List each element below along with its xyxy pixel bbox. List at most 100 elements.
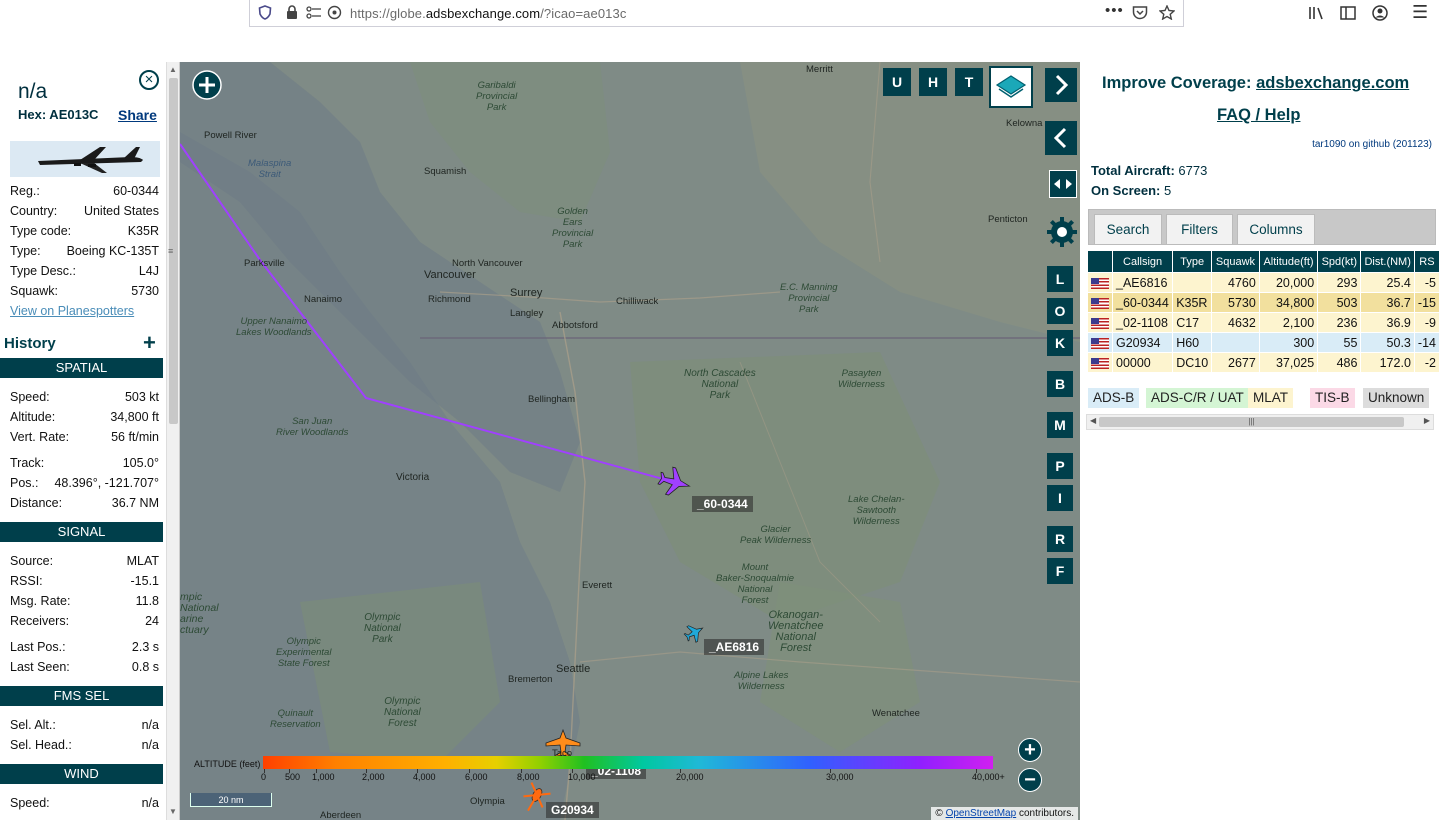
map-button-m[interactable]: M bbox=[1047, 412, 1073, 438]
share-link[interactable]: Share bbox=[118, 107, 157, 123]
account-icon[interactable] bbox=[1372, 5, 1388, 25]
map-button-l[interactable]: L bbox=[1047, 266, 1073, 292]
address-bar[interactable]: https://globe.adsbexchange.com/?icao=ae0… bbox=[249, 0, 1184, 27]
field-label: Sel. Head.: bbox=[10, 738, 72, 752]
history-expand-icon[interactable]: + bbox=[143, 332, 156, 354]
tab-columns[interactable]: Columns bbox=[1237, 214, 1315, 244]
map-button-f[interactable]: F bbox=[1047, 558, 1073, 584]
adsbexchange-link[interactable]: adsbexchange.com bbox=[1256, 74, 1409, 92]
map-button-b[interactable]: B bbox=[1047, 371, 1073, 397]
scroll-down-icon[interactable]: ▼ bbox=[169, 807, 177, 816]
legend-tis-b: TIS-B bbox=[1310, 388, 1355, 408]
field-label: RSSI: bbox=[10, 574, 43, 588]
table-row[interactable]: _60-0344 K35R 5730 34,800 503 36.7 -15 bbox=[1088, 293, 1439, 312]
column-header-flag[interactable] bbox=[1088, 251, 1112, 272]
map-label-okanogan: Okanogan- Wenatchee National Forest bbox=[768, 609, 824, 654]
field-distance: Distance: 36.7 NM bbox=[10, 496, 159, 514]
zoom-in-button[interactable]: + bbox=[1018, 738, 1042, 762]
column-header-type[interactable]: Type bbox=[1173, 251, 1212, 272]
hamburger-menu-icon[interactable]: ☰ bbox=[1412, 2, 1428, 23]
openstreetmap-link[interactable]: OpenStreetMap bbox=[946, 808, 1017, 819]
map-button-r[interactable]: R bbox=[1047, 526, 1073, 552]
scroll-right-icon[interactable]: ▶ bbox=[1424, 416, 1430, 425]
column-header-callsign[interactable]: Callsign bbox=[1113, 251, 1173, 272]
shield-icon[interactable] bbox=[258, 5, 272, 23]
split-view-button[interactable] bbox=[1049, 170, 1077, 198]
sidebar-icon[interactable] bbox=[1340, 5, 1356, 25]
chevron-right-icon bbox=[1047, 70, 1075, 100]
field-receivers: Receivers: 24 bbox=[10, 614, 159, 632]
aircraft-label-ae6816[interactable]: _AE6816 bbox=[704, 639, 765, 655]
history-heading[interactable]: History bbox=[4, 335, 56, 352]
table-row[interactable]: G20934 H60 300 55 50.3 -14 bbox=[1088, 333, 1439, 352]
cell-speed: 293 bbox=[1318, 273, 1361, 292]
cell-distance: 172.0 bbox=[1361, 353, 1414, 372]
us-flag-icon bbox=[1091, 277, 1109, 289]
tab-filters[interactable]: Filters bbox=[1166, 214, 1233, 244]
map-button-t[interactable]: T bbox=[955, 68, 983, 96]
map-button-o[interactable]: O bbox=[1047, 298, 1073, 324]
close-icon[interactable]: × bbox=[139, 70, 159, 90]
aircraft-label-h60[interactable]: G20934 bbox=[546, 802, 599, 818]
url-text[interactable]: https://globe.adsbexchange.com/?icao=ae0… bbox=[350, 6, 626, 21]
selected-callsign: n/a bbox=[18, 80, 48, 103]
library-icon[interactable] bbox=[1308, 5, 1326, 25]
permissions-icon[interactable] bbox=[306, 5, 322, 23]
page-info-icon[interactable] bbox=[327, 5, 342, 23]
aircraft-photo[interactable] bbox=[10, 141, 160, 177]
map-label-glacier-peak: Glacier Peak Wilderness bbox=[740, 524, 812, 546]
scale-bar: 20 nm bbox=[190, 793, 272, 807]
table-row[interactable]: 00000 DC10 2677 37,025 486 172.0 -2 bbox=[1088, 353, 1439, 372]
map-label-olympic-nf: Olympic National Forest bbox=[384, 696, 421, 729]
map-view[interactable]: Merritt Garibaldi Provincial Park Powell… bbox=[180, 62, 1080, 820]
faq-help-link[interactable]: FAQ / Help bbox=[1217, 106, 1300, 125]
bookmark-star-icon[interactable] bbox=[1158, 4, 1176, 23]
layers-button[interactable] bbox=[989, 66, 1033, 108]
table-horizontal-scrollbar[interactable]: ◀ ||| ▶ bbox=[1086, 414, 1434, 430]
map-button-p[interactable]: P bbox=[1047, 453, 1073, 479]
collapse-left-button[interactable] bbox=[1045, 121, 1077, 155]
cell-distance: 50.3 bbox=[1361, 333, 1414, 352]
aircraft-table-wrapper: Callsign Type Squawk Altitude(ft) Spd(kt… bbox=[1087, 250, 1440, 380]
field-position: Pos.: 48.396°, -121.707° bbox=[10, 476, 159, 494]
column-header-distance[interactable]: Dist.(NM) bbox=[1361, 251, 1414, 272]
map-button-k[interactable]: K bbox=[1047, 330, 1073, 356]
expand-right-button[interactable] bbox=[1045, 68, 1077, 102]
field-value: MLAT bbox=[126, 554, 159, 568]
field-label: Speed: bbox=[10, 796, 50, 810]
pocket-icon[interactable] bbox=[1132, 5, 1148, 23]
column-header-altitude[interactable]: Altitude(ft) bbox=[1259, 251, 1318, 272]
column-header-rssi[interactable]: RS bbox=[1414, 251, 1439, 272]
us-flag-icon bbox=[1091, 357, 1109, 369]
map-label-vancouver: Vancouver bbox=[424, 269, 476, 281]
settings-button[interactable] bbox=[1046, 216, 1078, 248]
detail-scrollbar[interactable]: ▲ ≡ ▼ bbox=[166, 62, 179, 820]
scroll-left-icon[interactable]: ◀ bbox=[1090, 416, 1096, 425]
tar1090-github-link[interactable]: tar1090 on github (201123) bbox=[1312, 139, 1432, 150]
table-row[interactable]: _AE6816 4760 20,000 293 25.4 -5 bbox=[1088, 273, 1439, 292]
hex-code: Hex: AE013C bbox=[18, 107, 99, 122]
aircraft-label-k35r[interactable]: _60-0344 bbox=[692, 496, 753, 512]
map-button-h[interactable]: H bbox=[919, 68, 947, 96]
column-header-speed[interactable]: Spd(kt) bbox=[1318, 251, 1361, 272]
altitude-tick-label: 1,000 bbox=[312, 772, 335, 782]
scroll-up-icon[interactable]: ▲ bbox=[169, 65, 177, 74]
map-label-bremerton: Bremerton bbox=[508, 674, 553, 685]
lock-icon[interactable] bbox=[286, 5, 298, 23]
map-button-u[interactable]: U bbox=[883, 68, 911, 96]
tab-search[interactable]: Search bbox=[1094, 214, 1162, 244]
zoom-out-button[interactable]: − bbox=[1018, 768, 1042, 792]
cell-distance: 25.4 bbox=[1361, 273, 1414, 292]
splitter-grip-icon[interactable]: ≡ bbox=[168, 246, 173, 256]
map-label-penticton: Penticton bbox=[988, 214, 1028, 225]
hscroll-thumb[interactable]: ||| bbox=[1099, 417, 1404, 427]
field-label: Source: bbox=[10, 554, 54, 568]
map-label-everett: Everett bbox=[582, 580, 613, 591]
field-value: 60-0344 bbox=[113, 184, 159, 198]
table-row[interactable]: _02-1108 C17 4632 2,100 236 36.9 -9 bbox=[1088, 313, 1439, 332]
column-header-squawk[interactable]: Squawk bbox=[1212, 251, 1259, 272]
more-options-icon[interactable]: ••• bbox=[1105, 3, 1124, 19]
planespotters-link[interactable]: View on Planespotters bbox=[10, 304, 134, 318]
total-aircraft-value: 6773 bbox=[1178, 163, 1208, 178]
map-button-i[interactable]: I bbox=[1047, 485, 1073, 511]
